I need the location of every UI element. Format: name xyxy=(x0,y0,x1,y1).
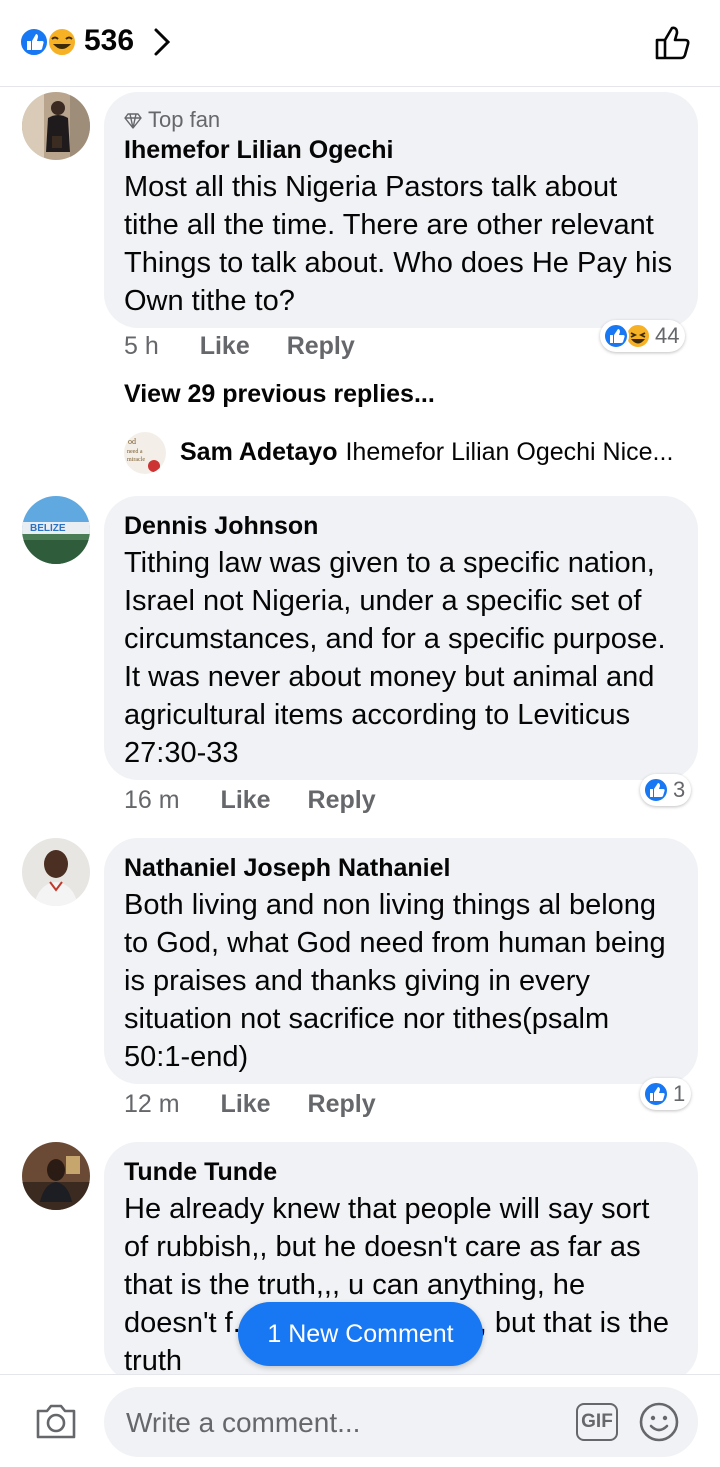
commenter-name[interactable]: Nathaniel Joseph Nathaniel xyxy=(124,852,678,884)
reactions-header: 536 xyxy=(0,0,720,87)
reply-button[interactable]: Reply xyxy=(287,332,355,360)
top-fan-badge: Top fan xyxy=(124,106,678,134)
reaction-count: 1 xyxy=(673,1081,686,1106)
comment-bubble[interactable]: Dennis Johnson Tithing law was given to … xyxy=(104,496,698,780)
comment-text: Most all this Nigeria Pastors talk about… xyxy=(124,171,673,317)
avatar: od need a miracle xyxy=(124,432,166,474)
like-button[interactable]: Like xyxy=(221,786,271,814)
chevron-right-icon[interactable] xyxy=(150,26,174,58)
comment-time[interactable]: 16 m xyxy=(124,786,180,814)
reply-button[interactable]: Reply xyxy=(308,1090,376,1118)
reply-button[interactable]: Reply xyxy=(308,786,376,814)
reply-preview[interactable]: od need a miracle Sam Adetayo Ihemefor Li… xyxy=(124,432,704,474)
like-icon xyxy=(643,777,669,803)
comment-actions: 5 h Like Reply xyxy=(124,332,385,361)
comment-input[interactable] xyxy=(124,1399,568,1447)
comment-text: Both living and non living things al bel… xyxy=(124,889,666,1073)
comment-reactions[interactable]: 3 xyxy=(640,774,692,806)
comment-bubble[interactable]: Top fan Ihemefor Lilian Ogechi Most all … xyxy=(104,92,698,328)
svg-text:need a: need a xyxy=(127,449,143,455)
view-previous-replies-link[interactable]: View 29 previous replies... xyxy=(124,380,435,409)
comment-actions: 12 m Like Reply xyxy=(124,1090,406,1119)
svg-text:od: od xyxy=(128,437,136,446)
comment-time[interactable]: 12 m xyxy=(124,1090,180,1118)
camera-icon[interactable] xyxy=(34,1401,78,1441)
like-button[interactable]: Like xyxy=(221,1090,271,1118)
emoji-icon[interactable] xyxy=(638,1401,680,1443)
reply-snippet: Ihemefor Lilian Ogechi Nice... xyxy=(345,438,674,466)
svg-text:miracle: miracle xyxy=(127,457,145,463)
reactions-summary-icon[interactable] xyxy=(18,26,78,58)
reaction-count[interactable]: 536 xyxy=(84,24,134,58)
commenter-name[interactable]: Ihemefor Lilian Ogechi xyxy=(124,134,678,166)
avatar[interactable] xyxy=(22,1142,90,1210)
reply-preview-text: Sam Adetayo Ihemefor Lilian Ogechi Nice..… xyxy=(180,438,673,467)
comment-text: Tithing law was given to a specific nati… xyxy=(124,547,666,769)
diamond-icon xyxy=(124,113,142,129)
avatar[interactable] xyxy=(22,92,90,160)
thumbs-up-icon[interactable] xyxy=(652,22,694,64)
comment-actions: 16 m Like Reply xyxy=(124,786,406,815)
avatar[interactable]: BELIZE xyxy=(22,496,90,564)
reaction-count: 3 xyxy=(673,777,686,802)
reaction-count: 44 xyxy=(655,323,680,348)
new-comment-button[interactable]: 1 New Comment xyxy=(238,1302,483,1366)
comment-reactions[interactable]: 1 xyxy=(640,1078,692,1110)
comment-input-container: GIF xyxy=(104,1387,698,1457)
commenter-name[interactable]: Tunde Tunde xyxy=(124,1156,678,1188)
avatar[interactable] xyxy=(22,838,90,906)
avatar-sign: BELIZE xyxy=(30,523,66,534)
comment-reactions[interactable]: 44 xyxy=(600,320,686,352)
badge-label: Top fan xyxy=(148,107,221,132)
reply-author: Sam Adetayo xyxy=(180,438,338,466)
comment-time[interactable]: 5 h xyxy=(124,332,159,360)
commenter-name[interactable]: Dennis Johnson xyxy=(124,510,678,542)
comment-bubble[interactable]: Nathaniel Joseph Nathaniel Both living a… xyxy=(104,838,698,1084)
gif-button[interactable]: GIF xyxy=(576,1403,618,1441)
comment-composer: GIF xyxy=(0,1374,720,1467)
like-haha-icon xyxy=(603,323,651,349)
like-icon xyxy=(643,1081,669,1107)
like-button[interactable]: Like xyxy=(200,332,250,360)
